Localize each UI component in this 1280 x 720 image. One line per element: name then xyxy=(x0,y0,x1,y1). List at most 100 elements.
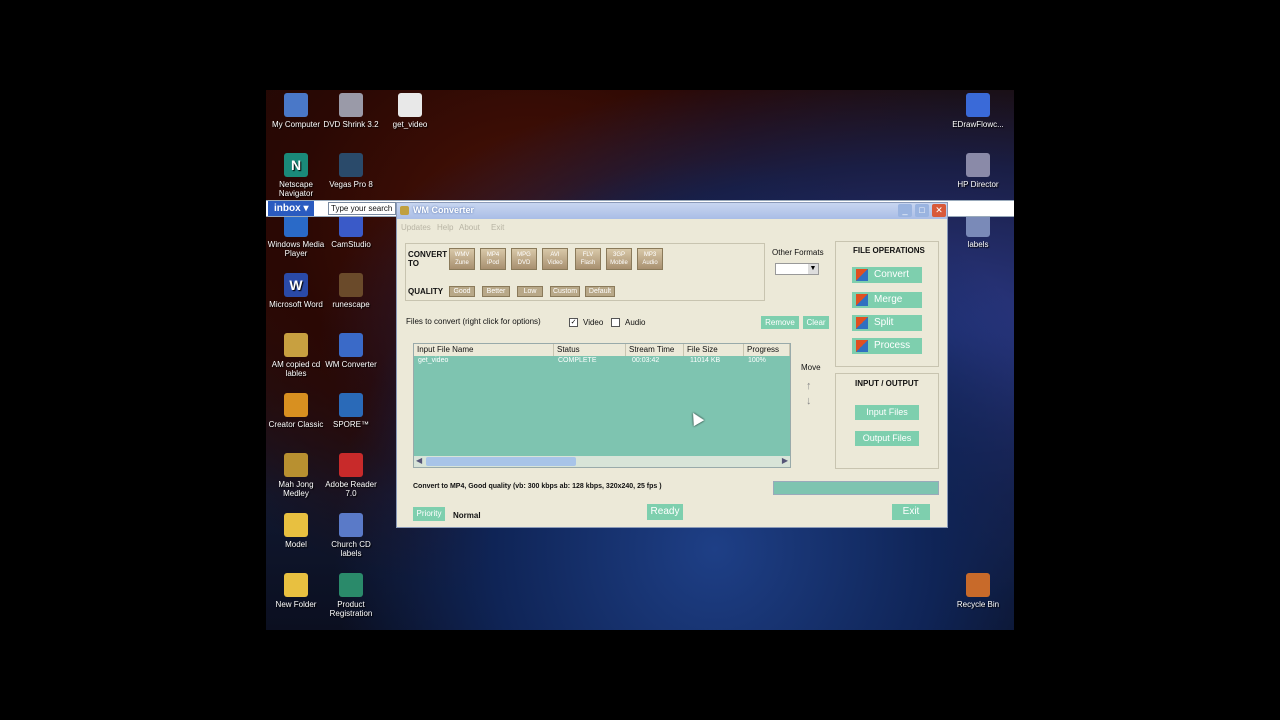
desktop-icon[interactable]: Vegas Pro 8 xyxy=(321,153,381,189)
desktop-icon[interactable]: DVD Shrink 3.2 xyxy=(321,93,381,129)
move-label: Move xyxy=(801,363,821,372)
col-input-file-name[interactable]: Input File Name xyxy=(414,344,554,356)
other-formats-label: Other Formats xyxy=(772,248,824,257)
recycle-bin-icon xyxy=(966,573,990,597)
desktop-icon[interactable]: HP Director xyxy=(948,153,1008,189)
menu-exit[interactable]: Exit xyxy=(491,223,504,232)
title-bar[interactable]: WM Converter _ □ ✕ xyxy=(397,203,947,219)
desktop-icon[interactable]: Creator Classic xyxy=(266,393,326,429)
format-mp3-button[interactable]: MP3 Audio xyxy=(637,248,663,270)
minimize-icon[interactable]: _ xyxy=(898,204,912,217)
desktop-icon[interactable]: Recycle Bin xyxy=(948,573,1008,609)
document-icon xyxy=(284,333,308,357)
desktop-icon-label: AM copied cd lables xyxy=(271,360,321,378)
format-avi-button[interactable]: AVI Video xyxy=(542,248,568,270)
col-status[interactable]: Status xyxy=(554,344,626,356)
output-files-button[interactable]: Output Files xyxy=(855,431,919,446)
desktop-icon-label: DVD Shrink 3.2 xyxy=(323,120,379,129)
quality-good-button[interactable]: Good xyxy=(449,286,475,297)
input-files-button[interactable]: Input Files xyxy=(855,405,919,420)
desktop-icon-label: Adobe Reader 7.0 xyxy=(325,480,377,498)
creator-icon xyxy=(284,393,308,417)
scroll-right-icon[interactable]: ▶ xyxy=(782,456,788,465)
desktop-icon[interactable]: EDrawFlowc... xyxy=(948,93,1008,129)
merge-button[interactable]: Merge xyxy=(852,292,922,308)
desktop-icon-label: New Folder xyxy=(275,600,317,609)
move-up-icon[interactable]: ↑ xyxy=(806,380,812,392)
desktop-icon[interactable]: Windows Media Player xyxy=(266,213,326,258)
quality-custom-button[interactable]: Custom xyxy=(550,286,580,297)
video-checkbox[interactable]: ✓ xyxy=(569,318,578,327)
process-icon xyxy=(856,340,868,352)
menu-about[interactable]: About xyxy=(459,223,480,232)
desktop-icon[interactable]: My Computer xyxy=(266,93,326,129)
desktop-icon[interactable]: Adobe Reader 7.0 xyxy=(321,453,381,498)
vegas-icon xyxy=(339,153,363,177)
desktop-icon[interactable]: Church CD labels xyxy=(321,513,381,558)
col-stream-time[interactable]: Stream Time xyxy=(626,344,684,356)
cell-name: get_video xyxy=(418,357,449,364)
process-button[interactable]: Process xyxy=(852,338,922,354)
menu-updates[interactable]: Updates xyxy=(401,223,431,232)
priority-button[interactable]: Priority xyxy=(413,507,445,521)
format-mp4-button[interactable]: MP4 iPod xyxy=(480,248,506,270)
search-input[interactable]: Type your search xyxy=(328,202,396,215)
quality-better-button[interactable]: Better xyxy=(482,286,510,297)
close-icon[interactable]: ✕ xyxy=(932,204,946,217)
scroll-left-icon[interactable]: ◀ xyxy=(416,456,422,465)
desktop-icon[interactable]: CamStudio xyxy=(321,213,381,249)
move-down-icon[interactable]: ↓ xyxy=(806,395,812,407)
exit-button[interactable]: Exit xyxy=(892,504,930,520)
inbox-label: inbox xyxy=(274,203,301,214)
format-flv-button[interactable]: FLV Flash xyxy=(575,248,601,270)
desktop-icon[interactable]: N Netscape Navigator xyxy=(266,153,326,198)
desktop-icon-label: Creator Classic xyxy=(268,420,324,429)
format-mpg-button[interactable]: MPG DVD xyxy=(511,248,537,270)
desktop-icon[interactable]: New Folder xyxy=(266,573,326,609)
cell-status: COMPLETE xyxy=(558,357,597,364)
format-wmv-button[interactable]: WMV Zune xyxy=(449,248,475,270)
quality-label: QUALITY xyxy=(408,287,444,296)
clear-button[interactable]: Clear xyxy=(803,316,829,329)
menu-help[interactable]: Help xyxy=(437,223,453,232)
horizontal-scrollbar[interactable]: ◀ ▶ xyxy=(414,456,790,467)
other-formats-select[interactable]: ▼ xyxy=(775,263,819,275)
desktop-icon[interactable]: WM Converter xyxy=(321,333,381,369)
desktop-icon[interactable]: Model xyxy=(266,513,326,549)
desktop-icon-label: Microsoft Word xyxy=(269,300,323,309)
format-3gp-button[interactable]: 3GP Mobile xyxy=(606,248,632,270)
desktop-icon[interactable]: AM copied cd lables xyxy=(266,333,326,378)
word-doc-icon xyxy=(339,513,363,537)
desktop-icon[interactable]: W Microsoft Word xyxy=(266,273,326,309)
desktop-icon[interactable]: runescape xyxy=(321,273,381,309)
netscape-icon: N xyxy=(284,153,308,177)
pdf-icon xyxy=(339,453,363,477)
col-file-size[interactable]: File Size xyxy=(684,344,744,356)
col-progress[interactable]: Progress xyxy=(744,344,790,356)
ready-status: Ready xyxy=(647,504,683,520)
scroll-thumb[interactable] xyxy=(426,457,576,466)
remove-button[interactable]: Remove xyxy=(761,316,799,329)
desktop-icon[interactable]: Product Registration xyxy=(321,573,381,618)
audio-checkbox[interactable] xyxy=(611,318,620,327)
desktop-icon[interactable]: SPORE™ xyxy=(321,393,381,429)
window-title: WM Converter xyxy=(413,205,475,215)
hp-director-icon xyxy=(966,153,990,177)
desktop-icon[interactable]: labels xyxy=(948,213,1008,249)
converter-icon xyxy=(339,333,363,357)
folder-icon xyxy=(284,573,308,597)
file-icon xyxy=(398,93,422,117)
file-list[interactable]: Input File Name Status Stream Time File … xyxy=(413,343,791,468)
convert-button[interactable]: Convert xyxy=(852,267,922,283)
desktop-icon[interactable]: Mah Jong Medley xyxy=(266,453,326,498)
convert-to-label: CONVERT TO xyxy=(408,250,448,268)
desktop-icon-label: Product Registration xyxy=(329,600,373,618)
inbox-button[interactable]: inbox ▾ xyxy=(268,201,315,216)
quality-default-button[interactable]: Default xyxy=(585,286,615,297)
split-button[interactable]: Split xyxy=(852,315,922,331)
input-output-title: INPUT / OUTPUT xyxy=(855,379,919,388)
maximize-icon[interactable]: □ xyxy=(915,204,929,217)
desktop-icon[interactable]: get_video xyxy=(380,93,440,129)
video-label: Video xyxy=(583,318,604,327)
quality-low-button[interactable]: Low xyxy=(517,286,543,297)
